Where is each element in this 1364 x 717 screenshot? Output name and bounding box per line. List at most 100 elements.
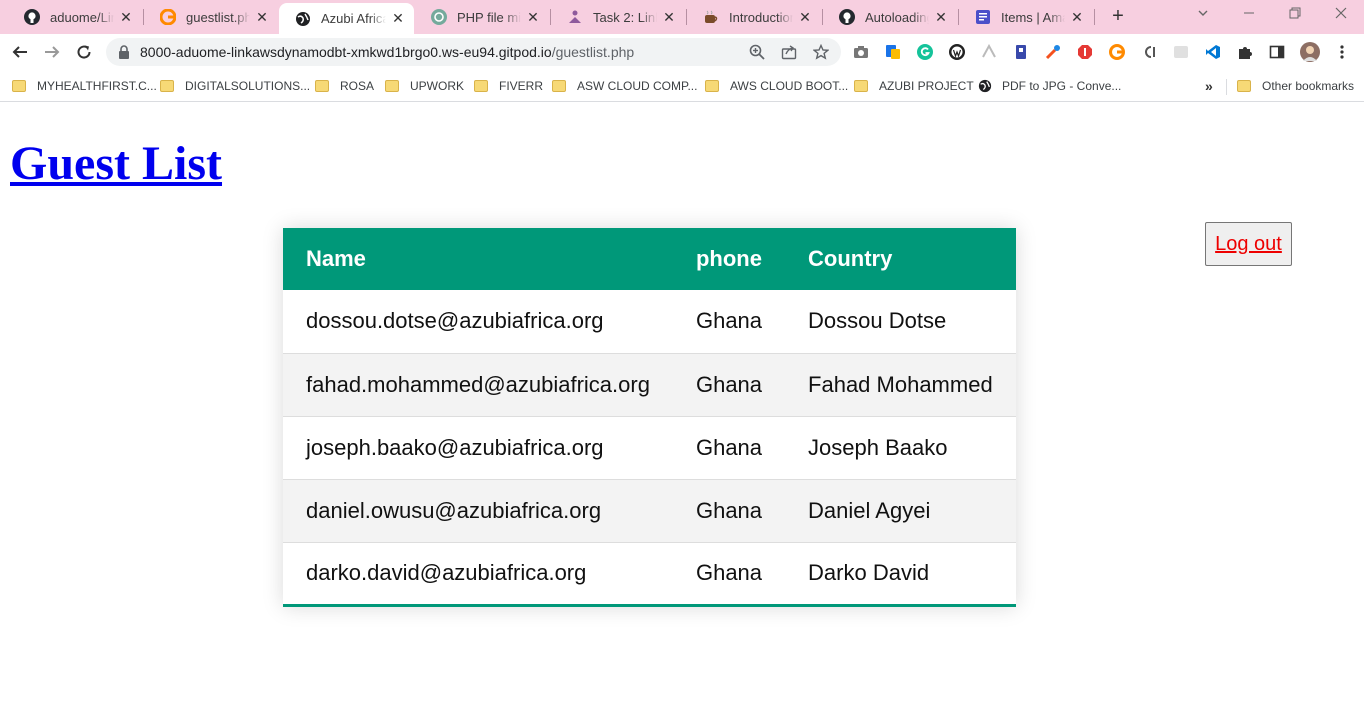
bookmark-asw-cloud[interactable]: ASW CLOUD COMP... [552, 77, 697, 95]
tab-php-file[interactable]: PHP file missi ✕ [415, 4, 549, 30]
close-icon[interactable]: ✕ [390, 10, 406, 27]
bookmark-label: FIVERR [499, 79, 544, 93]
camera-icon[interactable] [853, 44, 869, 60]
close-icon[interactable]: ✕ [254, 9, 270, 26]
bookmark-myhealthfirst[interactable]: MYHEALTHFIRST.C... [12, 77, 157, 95]
meditation-icon [567, 9, 583, 25]
minimize-icon[interactable] [1241, 6, 1257, 23]
cell-phone: Ghana [672, 416, 786, 480]
bookmark-label: UPWORK [410, 79, 464, 93]
tab-title: Autoloading [865, 9, 929, 25]
table-header-row: Name phone Country [283, 228, 1016, 290]
share-icon[interactable] [781, 44, 797, 60]
grammarly-icon[interactable] [917, 44, 933, 60]
new-tab-button[interactable]: + [1108, 6, 1128, 26]
reload-icon[interactable] [72, 40, 96, 64]
bookmark-label: MYHEALTHFIRST.C... [37, 79, 157, 93]
bookmark-label: AZUBI PROJECT [879, 79, 974, 93]
menu-kebab-icon[interactable] [1334, 44, 1350, 60]
bookmark-rosa[interactable]: ROSA [315, 77, 374, 95]
page-title[interactable]: Guest List [10, 135, 222, 193]
bookmark-azubi-project[interactable]: AZUBI PROJECT [854, 77, 974, 95]
github-icon [839, 9, 855, 25]
tab-title: PHP file missi [457, 9, 521, 25]
cell-name: darko.david@azubiafrica.org [306, 560, 587, 585]
bookmark-aws-cloud-boot[interactable]: AWS CLOUD BOOT... [705, 77, 848, 95]
tag-icon[interactable] [1013, 44, 1029, 60]
url-host: 8000-aduome-linkawsdynamodbt-xmkwd1brgo0… [140, 44, 552, 60]
code-extension-icon[interactable] [1141, 44, 1157, 60]
close-icon[interactable]: ✕ [1069, 9, 1085, 26]
vscode-icon[interactable] [1205, 44, 1221, 60]
close-icon[interactable]: ✕ [933, 9, 949, 26]
column-header-name: Name [283, 228, 673, 290]
back-icon[interactable] [8, 40, 32, 64]
tab-title: Azubi Africa: [321, 11, 386, 26]
tab-autoloading[interactable]: Autoloading ✕ [823, 4, 957, 30]
tab-title: guestlist.php [186, 9, 250, 25]
logout-link[interactable]: Log out [1215, 233, 1282, 256]
tab-guestlist[interactable]: guestlist.php ✕ [144, 4, 278, 30]
tab-title: Task 2: Link D [593, 9, 657, 25]
bookmark-label: AWS CLOUD BOOT... [730, 79, 849, 93]
other-bookmarks[interactable]: Other bookmarks [1237, 77, 1354, 95]
folder-icon [854, 80, 868, 92]
tab-azubi-africa[interactable]: Azubi Africa: ✕ [279, 3, 414, 34]
folder-icon [160, 80, 174, 92]
table-row: darko.david@azubiafrica.org Ghana Darko … [283, 542, 1016, 605]
zoom-icon[interactable] [749, 44, 765, 60]
adblock-icon[interactable] [1077, 44, 1093, 60]
restore-icon[interactable] [1287, 6, 1303, 23]
github-icon [24, 9, 40, 25]
browser-toolbar: 8000-aduome-linkawsdynamodbt-xmkwd1brgo0… [0, 34, 1364, 71]
side-panel-icon[interactable] [1269, 44, 1285, 60]
tab-title: Introduction [729, 9, 793, 25]
bookmark-pdf-to-jpg[interactable]: PDF to JPG - Conve... [978, 77, 1121, 95]
folder-icon [474, 80, 488, 92]
tab-github-link[interactable]: aduome/Link ✕ [8, 4, 142, 30]
bookmarks-overflow-button[interactable]: » [1205, 78, 1213, 94]
wordpress-icon[interactable] [949, 44, 965, 60]
close-icon[interactable]: ✕ [118, 9, 134, 26]
extension-placeholder-icon[interactable] [1173, 44, 1189, 60]
globe-icon [978, 79, 992, 93]
aws-logo-icon[interactable] [981, 44, 997, 60]
aws-docs-icon [975, 9, 991, 25]
bookmark-label: ROSA [340, 79, 375, 93]
cell-name: dossou.dotse@azubiafrica.org [283, 290, 673, 354]
tab-search-icon[interactable] [1195, 6, 1211, 23]
tab-items-amazon[interactable]: Items | Amaz ✕ [959, 4, 1093, 30]
lock-icon[interactable] [116, 44, 132, 60]
gitpod-icon [160, 9, 176, 25]
tab-introduction[interactable]: Introduction ✕ [687, 4, 821, 30]
bookmark-star-icon[interactable] [813, 44, 829, 60]
bookmark-digitalsolutions[interactable]: DIGITALSOLUTIONS... [160, 77, 310, 95]
tab-task-2[interactable]: Task 2: Link D ✕ [551, 4, 685, 30]
url-path: /guestlist.php [551, 44, 635, 60]
window-close-icon[interactable] [1333, 6, 1349, 23]
color-picker-icon[interactable] [1045, 44, 1061, 60]
extensions-puzzle-icon[interactable] [1237, 44, 1253, 60]
cell-phone: Ghana [672, 479, 786, 543]
cell-name: daniel.owusu@azubiafrica.org [283, 479, 673, 543]
address-bar[interactable]: 8000-aduome-linkawsdynamodbt-xmkwd1brgo0… [106, 38, 841, 66]
cell-phone: Ghana [672, 353, 786, 417]
bookmarks-divider [1226, 79, 1227, 95]
bookmark-fiverr[interactable]: FIVERR [474, 77, 543, 95]
globe-icon [295, 11, 311, 27]
gitpod-extension-icon[interactable] [1109, 44, 1125, 60]
folder-icon [315, 80, 329, 92]
bookmark-label: Other bookmarks [1262, 79, 1355, 93]
close-icon[interactable]: ✕ [661, 9, 677, 26]
logout-button[interactable]: Log out [1205, 222, 1292, 266]
profile-avatar[interactable] [1300, 42, 1320, 62]
table-row: dossou.dotse@azubiafrica.org Ghana Dosso… [283, 290, 1016, 354]
bookmarks-bar: MYHEALTHFIRST.C... DIGITALSOLUTIONS... R… [0, 71, 1364, 102]
close-icon[interactable]: ✕ [797, 9, 813, 26]
cell-country: Darko David [808, 560, 930, 585]
close-icon[interactable]: ✕ [525, 9, 541, 26]
tab-title: Items | Amaz [1001, 9, 1065, 25]
translate-icon[interactable] [885, 44, 901, 60]
forward-icon[interactable] [40, 40, 64, 64]
bookmark-upwork[interactable]: UPWORK [385, 77, 464, 95]
